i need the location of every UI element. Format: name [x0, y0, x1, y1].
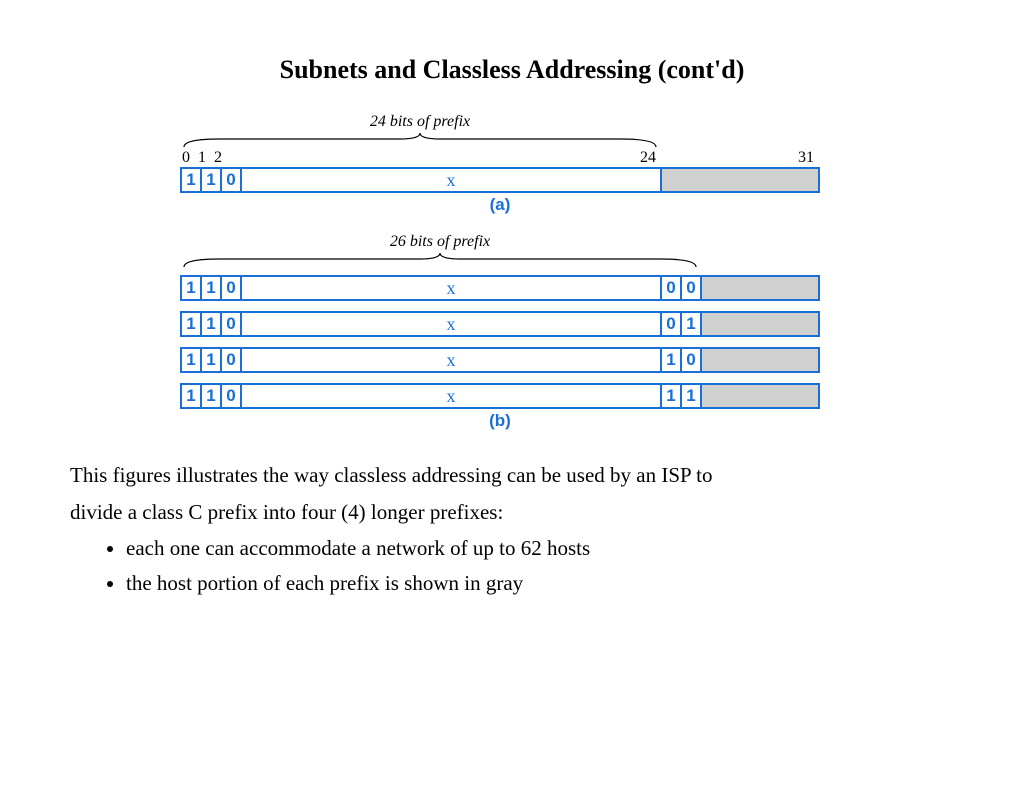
figA-tick-row: 0 1 2 24 31 [180, 149, 820, 167]
bit-cell: 1 [182, 169, 202, 191]
subnet-bit: 0 [662, 313, 682, 335]
host-portion [702, 277, 818, 299]
host-portion [662, 169, 818, 191]
prefix-x-cell: x [242, 277, 662, 299]
brace-b [180, 251, 700, 269]
bit-cell: 1 [202, 169, 222, 191]
figB-caption: 26 bits of prefix [180, 233, 700, 251]
tick-0: 0 [182, 149, 190, 167]
subnet-bit: 1 [662, 349, 682, 371]
subnet-bit: 1 [682, 313, 702, 335]
tick-31: 31 [798, 149, 814, 167]
host-portion [702, 349, 818, 371]
bit-cell: 1 [182, 277, 202, 299]
prefix-x-cell: x [242, 169, 662, 191]
bit-cell: 1 [202, 385, 222, 407]
para-line-2: divide a class C prefix into four (4) lo… [70, 496, 954, 529]
bit-cell: 1 [182, 349, 202, 371]
bullet-1: each one can accommodate a network of up… [126, 532, 954, 565]
host-portion [702, 313, 818, 335]
figure-container: 24 bits of prefix 0 1 2 24 31 1 1 0 x (a… [180, 113, 820, 431]
prefix-x-cell: x [242, 313, 662, 335]
prefix-x-cell: x [242, 385, 662, 407]
figB-row: 1 1 0 x 1 0 [180, 347, 820, 373]
bit-cell: 0 [222, 349, 242, 371]
para-line-1: This figures illustrates the way classle… [70, 459, 954, 492]
figB-row: 1 1 0 x 0 1 [180, 311, 820, 337]
figB-label: (b) [180, 411, 820, 431]
figB-row: 1 1 0 x 0 0 [180, 275, 820, 301]
bit-cell: 0 [222, 169, 242, 191]
figA-caption: 24 bits of prefix [180, 113, 660, 131]
tick-1: 1 [198, 149, 206, 167]
tick-24: 24 [640, 149, 656, 167]
bit-cell: 0 [222, 313, 242, 335]
bit-cell: 0 [222, 277, 242, 299]
subnet-bit: 1 [682, 385, 702, 407]
subnet-bit: 0 [682, 277, 702, 299]
subnet-bit: 1 [662, 385, 682, 407]
host-portion [702, 385, 818, 407]
bit-cell: 0 [222, 385, 242, 407]
tick-2: 2 [214, 149, 222, 167]
bit-cell: 1 [202, 349, 222, 371]
figA-bitbar: 1 1 0 x [180, 167, 820, 193]
bit-cell: 1 [182, 313, 202, 335]
bit-cell: 1 [202, 313, 222, 335]
page-title: Subnets and Classless Addressing (cont'd… [70, 55, 954, 85]
subnet-bit: 0 [662, 277, 682, 299]
figB-row: 1 1 0 x 1 1 [180, 383, 820, 409]
bit-cell: 1 [182, 385, 202, 407]
bit-cell: 1 [202, 277, 222, 299]
bullet-2: the host portion of each prefix is shown… [126, 567, 954, 600]
body-text: This figures illustrates the way classle… [70, 459, 954, 599]
prefix-x-cell: x [242, 349, 662, 371]
figA-label: (a) [180, 195, 820, 215]
subnet-bit: 0 [682, 349, 702, 371]
brace-a [180, 131, 660, 149]
